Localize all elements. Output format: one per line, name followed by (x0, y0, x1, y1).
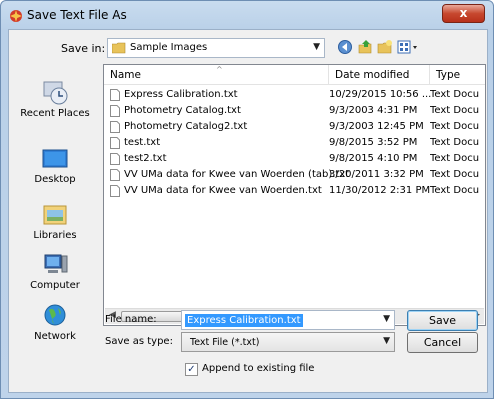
view-menu-icon[interactable] (397, 39, 421, 55)
place-label: Libraries (33, 230, 77, 241)
save-in-label: Save in: (61, 42, 106, 55)
place-label: Recent Places (20, 108, 90, 119)
table-row[interactable]: test.txt 9/8/2015 3:52 PM Text Docu (104, 135, 485, 151)
close-icon: x (459, 6, 468, 20)
close-button[interactable]: x (442, 4, 485, 23)
column-header-label: Date modified (335, 69, 410, 81)
file-date: 11/30/2012 2:31 PM (329, 185, 431, 196)
file-name: Photometry Catalog.txt (124, 105, 241, 116)
table-row[interactable]: Express Calibration.txt 10/29/2015 10:56… (104, 87, 485, 103)
file-date: 3/20/2011 3:32 PM (329, 169, 424, 180)
cancel-button[interactable]: Cancel (407, 332, 478, 353)
column-header-label: Type (436, 69, 461, 81)
table-row[interactable]: Photometry Catalog2.txt 9/3/2003 12:45 P… (104, 119, 485, 135)
file-name: test2.txt (124, 153, 167, 164)
text-file-icon (110, 105, 120, 117)
save-in-value: Sample Images (130, 42, 208, 53)
place-computer[interactable]: Computer (9, 252, 101, 291)
save-button[interactable]: Save (407, 310, 478, 331)
up-folder-icon[interactable] (357, 39, 373, 55)
file-name-field[interactable]: Express Calibration.txt ▼ (181, 310, 395, 330)
append-checkbox[interactable]: ✓ (185, 363, 198, 376)
file-name: VV UMa data for Kwee van Woerden.txt (124, 185, 322, 196)
file-type: Text Docu (430, 89, 480, 100)
table-row[interactable]: VV UMa data for Kwee van Woerden.txt 11/… (104, 183, 485, 199)
places-bar: Recent Places Desktop Libraries Computer… (9, 70, 101, 342)
column-header-label: Name (110, 69, 141, 81)
save-as-type-value: Text File (*.txt) (190, 337, 260, 348)
file-name-label: File name: (105, 314, 157, 325)
libraries-icon (43, 205, 67, 225)
save-as-type-label: Save as type: (105, 336, 173, 347)
file-date: 9/3/2003 4:31 PM (329, 105, 418, 116)
chevron-down-icon: ▼ (313, 42, 320, 52)
column-header-type[interactable]: Type (430, 65, 486, 85)
file-date: 9/3/2003 12:45 PM (329, 121, 424, 132)
text-file-icon (110, 185, 120, 197)
table-row[interactable]: VV UMa data for Kwee van Woerden (tab).t… (104, 167, 485, 183)
desktop-icon (42, 149, 68, 168)
place-libraries[interactable]: Libraries (9, 202, 101, 241)
file-name: Express Calibration.txt (124, 89, 238, 100)
dialog-body: Save in: Sample Images ▼ Recent Places D… (8, 29, 488, 393)
save-dialog-window: Save Text File As x Save in: Sample Imag… (0, 0, 494, 399)
file-list[interactable]: Name ^ Date modified Type Express Calibr… (103, 64, 486, 326)
sort-ascending-icon: ^ (216, 65, 223, 74)
app-icon (10, 10, 22, 22)
network-icon (44, 304, 66, 326)
text-file-icon (110, 89, 120, 101)
checkmark-icon: ✓ (187, 364, 196, 375)
text-file-icon (110, 137, 120, 149)
file-date: 9/8/2015 4:10 PM (329, 153, 418, 164)
computer-icon (44, 254, 68, 273)
file-type: Text Docu (430, 137, 480, 148)
save-in-combo[interactable]: Sample Images ▼ (107, 38, 325, 58)
place-label: Network (34, 331, 76, 342)
text-file-icon (110, 121, 120, 133)
place-desktop[interactable]: Desktop (9, 148, 101, 185)
file-name: VV UMa data for Kwee van Woerden (tab).t… (124, 169, 350, 180)
file-name: test.txt (124, 137, 161, 148)
file-date: 9/8/2015 3:52 PM (329, 137, 418, 148)
save-as-type-select[interactable]: Text File (*.txt) ▼ (181, 332, 395, 352)
place-recent-places[interactable]: Recent Places (9, 80, 101, 119)
place-label: Desktop (34, 174, 76, 185)
chevron-down-icon[interactable]: ▼ (383, 336, 390, 346)
file-date: 10/29/2015 10:56 ... (329, 89, 432, 100)
append-checkbox-label[interactable]: Append to existing file (202, 363, 314, 374)
back-icon[interactable] (337, 39, 353, 55)
column-header-date[interactable]: Date modified (329, 65, 430, 85)
table-row[interactable]: test2.txt 9/8/2015 4:10 PM Text Docu (104, 151, 485, 167)
title-bar[interactable]: Save Text File As x (1, 1, 493, 29)
window-title: Save Text File As (27, 8, 127, 22)
folder-icon (112, 42, 126, 54)
new-folder-icon[interactable] (377, 39, 393, 55)
file-name: Photometry Catalog2.txt (124, 121, 248, 132)
table-row[interactable]: Photometry Catalog.txt 9/3/2003 4:31 PM … (104, 103, 485, 119)
column-header-name[interactable]: Name ^ (104, 65, 329, 85)
text-file-icon (110, 153, 120, 165)
file-type: Text Docu (430, 153, 480, 164)
recent-places-icon (43, 81, 68, 105)
file-type: Text Docu (430, 121, 480, 132)
file-type: Text Docu (430, 185, 480, 196)
file-name-value[interactable]: Express Calibration.txt (185, 314, 303, 327)
place-label: Computer (30, 280, 80, 291)
file-type: Text Docu (430, 169, 480, 180)
text-file-icon (110, 169, 120, 181)
place-network[interactable]: Network (9, 303, 101, 342)
file-type: Text Docu (430, 105, 480, 116)
chevron-down-icon[interactable]: ▼ (383, 314, 390, 324)
